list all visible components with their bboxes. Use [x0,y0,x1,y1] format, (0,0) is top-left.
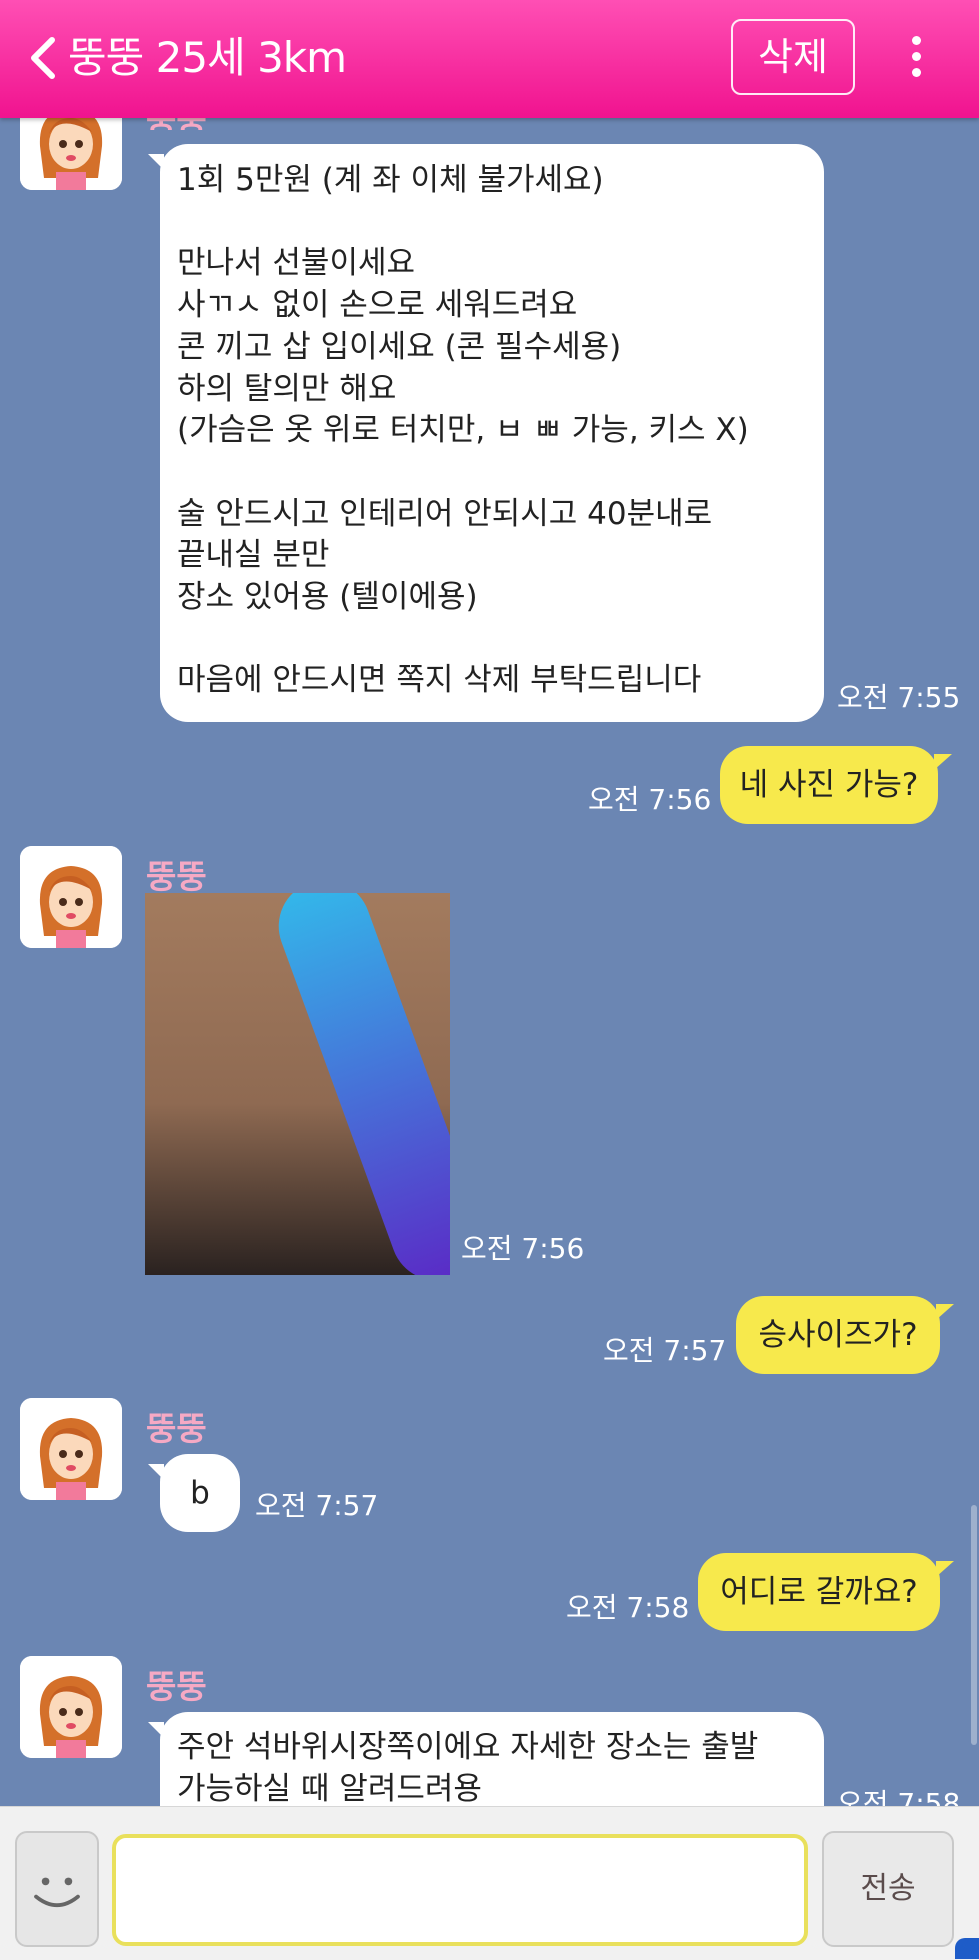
chat-header: 뚱뚱 25세 3km 삭제 [0,0,979,118]
scrollbar[interactable] [971,1505,977,1745]
message-time: 오전 7:58 [566,1591,690,1624]
sender-name: 뚱뚱 [146,1409,207,1448]
more-options-icon[interactable] [904,36,928,82]
info-corner-icon[interactable] [955,1938,979,1959]
smiley-icon [34,1877,80,1908]
back-arrow-icon[interactable] [26,36,60,80]
photo-overlay-stripe [265,893,450,1275]
message-bubble[interactable]: 1회 5만원 (계 좌 이체 불가세요) 만나서 선불이세요 사ㄲㅅ 없이 손으… [148,144,824,722]
sender-name: 뚱뚱 [146,1667,207,1706]
message-time: 오전 7:57 [255,1489,379,1522]
message-time: 오전 7:55 [837,681,961,714]
message-input-bar: 전송 [0,1806,979,1960]
sender-avatar[interactable] [20,1656,122,1758]
message-bubble[interactable]: b [148,1454,240,1532]
message-input[interactable] [112,1834,808,1946]
message-bubble[interactable]: 어디로 갈까요? [698,1553,954,1631]
avatar-icon [20,1656,122,1758]
emoji-button[interactable] [15,1831,99,1947]
sender-avatar[interactable] [20,1398,122,1500]
chat-title: 뚱뚱 25세 3km [68,33,347,82]
message-time: 오전 7:56 [461,1232,585,1265]
sender-avatar[interactable] [20,846,122,948]
message-time: 오전 7:57 [603,1334,727,1367]
avatar-icon [20,846,122,948]
send-button[interactable]: 전송 [822,1831,954,1947]
avatar-icon [20,1398,122,1500]
photo-message[interactable] [145,893,450,1275]
message-bubble[interactable]: 승사이즈가? [736,1296,954,1374]
message-time: 오전 7:56 [588,783,712,816]
message-bubble[interactable]: 네 사진 가능? [720,746,952,824]
sender-name: 뚱뚱 [146,857,207,896]
delete-button[interactable]: 삭제 [731,19,855,95]
